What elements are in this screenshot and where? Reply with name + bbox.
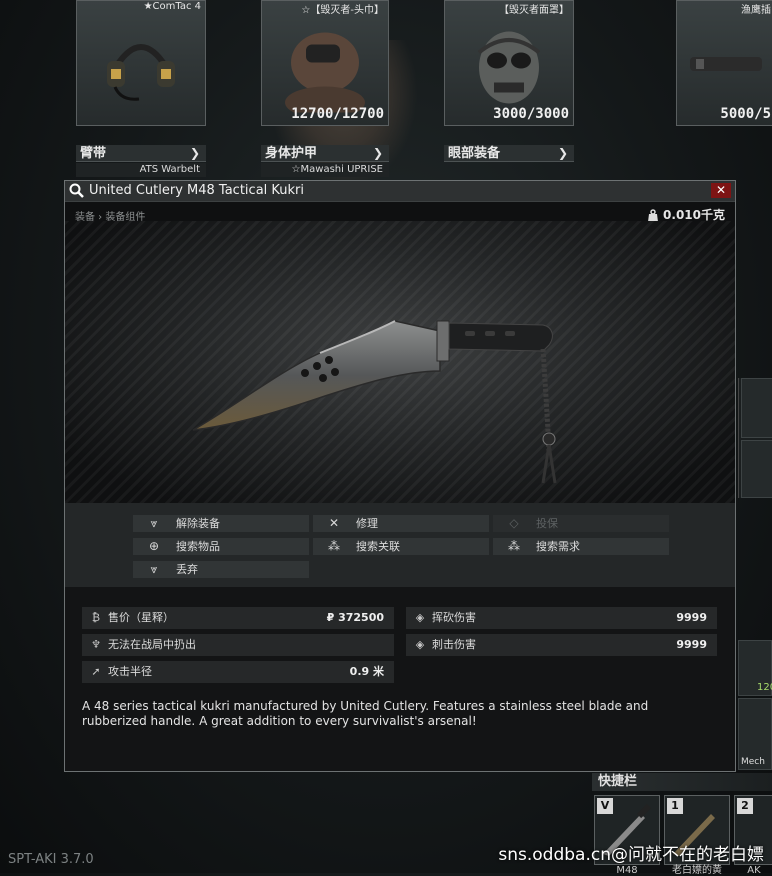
inventory-cell[interactable]: [741, 440, 772, 498]
unequip-icon: ⩔: [150, 516, 158, 530]
insure-button[interactable]: ◇ 投保: [493, 515, 669, 532]
linked-search-icon: ⁂: [328, 539, 340, 553]
stat-label: 无法在战局中扔出: [108, 638, 196, 651]
slot-face-cover[interactable]: 【毁灭者面罩】 3000/3000: [444, 0, 574, 126]
quickbar-key: 2: [737, 798, 753, 814]
insure-label: 投保: [536, 517, 558, 530]
attack-radius-icon: ➚: [91, 665, 101, 678]
stat-label: 挥砍伤害: [432, 611, 476, 624]
version-label: SPT-AKI 3.7.0: [8, 852, 94, 867]
quickbar-item-name: AK: [747, 865, 761, 876]
item-inspector-window[interactable]: United Cutlery M48 Tactical Kukri ✕ 装备 ›…: [64, 180, 736, 772]
item-actions-panel: ⩔ 解除装备 ✕ 修理 ◇ 投保 ⊕ 搜索物品 ⁂ 搜索关联 ⁂ 搜索需求 ⩔ …: [65, 503, 735, 587]
price-icon: ₿: [91, 611, 101, 624]
slot-headwear[interactable]: ☆【毁灭者-头巾】 12700/12700: [261, 0, 389, 126]
stat-value: ₽ 372500: [326, 611, 384, 624]
stat-label: 售价（星释）: [108, 611, 174, 624]
insure-icon: ◇: [509, 516, 519, 530]
stat-row: ◈ 挥砍伤害 9999: [406, 607, 717, 629]
slot-headwear-durability: 12700/12700: [291, 106, 384, 122]
inventory-cell[interactable]: Mech: [738, 698, 772, 770]
discard-button[interactable]: ⩔ 丢弃: [133, 561, 309, 578]
slot-eyewear[interactable]: 渔鹰插 5000/5: [676, 0, 772, 126]
window-title: United Cutlery M48 Tactical Kukri: [89, 183, 305, 198]
repair-icon: ✕: [328, 516, 340, 530]
inventory-cell[interactable]: [741, 378, 772, 438]
close-button[interactable]: ✕: [711, 183, 731, 198]
equip-label-body-armor[interactable]: 身体护甲 ❯: [261, 145, 389, 162]
repair-button[interactable]: ✕ 修理: [313, 515, 489, 532]
inventory-cell-name: Mech: [741, 757, 765, 767]
search-item-icon: ⊕: [148, 539, 160, 553]
slot-eyewear-name: 渔鹰插: [741, 5, 771, 16]
watermark: sns.oddba.cn@问就不在的老白嫖: [498, 845, 764, 865]
slot-eyewear-durability: 5000/5: [720, 106, 771, 122]
unequip-button[interactable]: ⩔ 解除装备: [133, 515, 309, 532]
chevron-right-icon: ❯: [372, 146, 383, 160]
slot-headset[interactable]: ★ComTac 4: [76, 0, 206, 126]
required-search-icon: ⁂: [508, 539, 520, 553]
discard-label: 丢弃: [176, 563, 198, 576]
stat-value: 0.9 米: [349, 665, 384, 678]
slash-damage-icon: ◈: [415, 611, 425, 624]
chevron-right-icon: ❯: [189, 146, 200, 160]
item-description: A 48 series tactical kukri manufactured …: [82, 699, 649, 728]
stat-row: ➚ 攻击半径 0.9 米: [82, 661, 394, 683]
required-search-button[interactable]: ⁂ 搜索需求: [493, 538, 669, 555]
inventory-cell[interactable]: 120: [738, 640, 772, 696]
quickbar-item-name: M48: [616, 865, 638, 876]
chevron-right-icon: ❯: [557, 146, 568, 160]
discard-icon: ⩔: [150, 562, 158, 576]
bandana-icon: [285, 32, 365, 113]
item-weight-value: 0.010千克: [663, 208, 725, 222]
skull-mask-icon: [477, 31, 541, 104]
no-insure-icon: ♆: [91, 638, 101, 651]
quickbar-title: 快捷栏: [592, 773, 772, 791]
stab-damage-icon: ◈: [415, 638, 425, 651]
inventory-cell-count: 120: [757, 682, 772, 693]
goggles-icon: [690, 57, 762, 71]
equip-label-eyewear[interactable]: 眼部装备 ❯: [444, 145, 574, 162]
item-preview[interactable]: [65, 221, 735, 503]
equip-armband-item: ATS Warbelt: [76, 163, 206, 177]
stat-label: 刺击伤害: [432, 638, 476, 651]
stat-label: 攻击半径: [108, 665, 152, 678]
equip-label-body-armor-text: 身体护甲: [265, 146, 318, 161]
required-search-label: 搜索需求: [536, 540, 580, 553]
stat-row: ◈ 刺击伤害 9999: [406, 634, 717, 656]
search-item-label: 搜索物品: [176, 540, 220, 553]
repair-label: 修理: [356, 517, 378, 530]
search-item-button[interactable]: ⊕ 搜索物品: [133, 538, 309, 555]
equip-label-armband[interactable]: 臂带 ❯: [76, 145, 206, 162]
linked-search-label: 搜索关联: [356, 540, 400, 553]
magnifier-icon: [69, 183, 84, 198]
inventory-grid-fragment[interactable]: [738, 378, 772, 498]
window-titlebar[interactable]: United Cutlery M48 Tactical Kukri ✕: [65, 181, 735, 202]
item-stats-panel: ₿ 售价（星释） ₽ 372500 ♆ 无法在战局中扔出 ➚ 攻击半径 0.9 …: [65, 587, 735, 771]
slot-headwear-name: ☆【毁灭者-头巾】: [301, 5, 384, 16]
equip-label-armband-text: 臂带: [80, 146, 107, 161]
slot-face-cover-name: 【毁灭者面罩】: [499, 5, 569, 16]
equip-label-eyewear-text: 眼部装备: [448, 146, 501, 161]
stat-row: ♆ 无法在战局中扔出: [82, 634, 394, 656]
kukri-knife-icon: [192, 320, 557, 484]
slot-headset-name: ★ComTac 4: [143, 1, 201, 12]
stat-value: 9999: [676, 611, 707, 624]
stat-row: ₿ 售价（星释） ₽ 372500: [82, 607, 394, 629]
headset-icon: [107, 44, 175, 101]
linked-search-button[interactable]: ⁂ 搜索关联: [313, 538, 489, 555]
equip-body-armor-item: ☆Mawashi UPRISE: [261, 163, 389, 177]
unequip-label: 解除装备: [176, 517, 220, 530]
stat-value: 9999: [676, 638, 707, 651]
slot-face-cover-durability: 3000/3000: [493, 106, 569, 122]
